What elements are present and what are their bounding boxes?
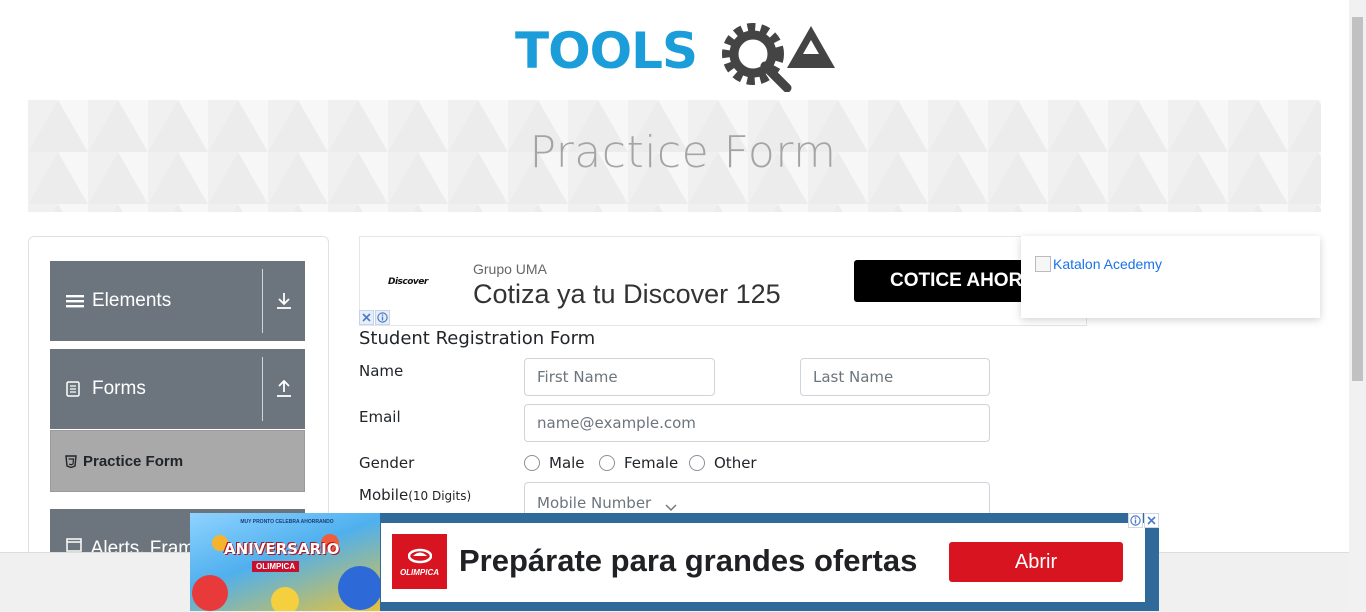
ad-bottom-headline: Prepárate para grandes ofertas (459, 543, 918, 578)
radio-label: Male (549, 454, 585, 472)
promo-brand: OLIMPICA (252, 561, 300, 572)
ad-brand-logo: Discover (388, 277, 428, 287)
sidebar-item-practice-form[interactable]: Practice Form (50, 430, 305, 492)
info-icon[interactable] (375, 310, 390, 325)
scrollbar-thumb[interactable] (1352, 17, 1363, 381)
ad-open-button[interactable]: Abrir (949, 542, 1123, 582)
radio-circle[interactable] (524, 455, 540, 471)
ad-banner-bottom[interactable]: MUY PRONTO CELEBRA AHORRANDO ANIVERSARIO… (190, 513, 1159, 611)
upload-arrow-icon[interactable] (263, 380, 305, 398)
last-name-input[interactable]: Last Name (800, 358, 990, 396)
promo-title: ANIVERSARIO (224, 540, 340, 558)
page-title: Practice Form (529, 127, 837, 178)
mobile-label: Mobile(10 Digits) (359, 486, 471, 504)
email-input[interactable]: name@example.com (524, 404, 990, 442)
sidebar-group-label: Forms (92, 378, 146, 399)
gear-magnifier-icon (722, 23, 792, 93)
promo-small-text: MUY PRONTO CELEBRA AHORRANDO (240, 519, 334, 525)
download-arrow-icon[interactable] (263, 292, 305, 310)
katalon-ad: Katalon Acedemy (1021, 236, 1320, 318)
sidebar-item-label: Practice Form (83, 452, 184, 470)
gender-radio-other[interactable]: Other (689, 454, 757, 472)
ad-headline: Cotiza ya tu Discover 125 (473, 279, 781, 309)
gender-radio-male[interactable]: Male (524, 454, 585, 472)
name-label: Name (359, 362, 404, 380)
hamburger-icon (66, 293, 92, 309)
katalon-link[interactable]: Katalon Acedemy (1035, 256, 1162, 272)
logo-tools-text: TOOLS (515, 22, 697, 80)
gender-label: Gender (359, 454, 415, 472)
mobile-hint: (10 Digits) (408, 489, 472, 503)
mobile-placeholder: Mobile Number (537, 494, 652, 512)
first-name-input[interactable]: First Name (524, 358, 715, 396)
sidebar-group-label: Elements (92, 290, 172, 311)
radio-circle[interactable] (689, 455, 705, 471)
ad-card: OLIMPICA Prepárate para grandes ofertas … (381, 523, 1145, 602)
form-title: Student Registration Form (359, 328, 596, 349)
ad-controls (359, 310, 390, 325)
olimpica-logo: OLIMPICA (392, 534, 447, 589)
broken-image-icon (1035, 256, 1051, 272)
sidebar-group-forms[interactable]: Forms (50, 349, 305, 429)
radio-label: Female (624, 454, 679, 472)
radio-circle[interactable] (599, 455, 615, 471)
html5-icon (65, 454, 77, 468)
close-icon[interactable] (1144, 513, 1159, 528)
email-label: Email (359, 408, 401, 426)
ad-company: Grupo UMA (473, 261, 547, 277)
logo-text: OLIMPICA (399, 567, 440, 577)
sidebar-group-elements[interactable]: Elements (50, 261, 305, 341)
document-icon (66, 381, 92, 397)
window-icon (66, 538, 91, 552)
gender-radio-female[interactable]: Female (599, 454, 678, 472)
info-icon[interactable] (1128, 513, 1143, 528)
torch-icon (407, 548, 432, 563)
promo-image: MUY PRONTO CELEBRA AHORRANDO ANIVERSARIO… (190, 513, 380, 611)
mobile-label-text: Mobile (359, 486, 409, 504)
katalon-link-text: Katalon Acedemy (1053, 256, 1162, 272)
close-icon[interactable] (359, 310, 374, 325)
toolsqa-logo[interactable]: TOOLS (515, 16, 840, 93)
radio-label: Other (714, 454, 757, 472)
ad-banner-top[interactable]: Discover Grupo UMA Cotiza ya tu Discover… (359, 236, 1087, 326)
ad-bottom-controls (1128, 513, 1159, 528)
